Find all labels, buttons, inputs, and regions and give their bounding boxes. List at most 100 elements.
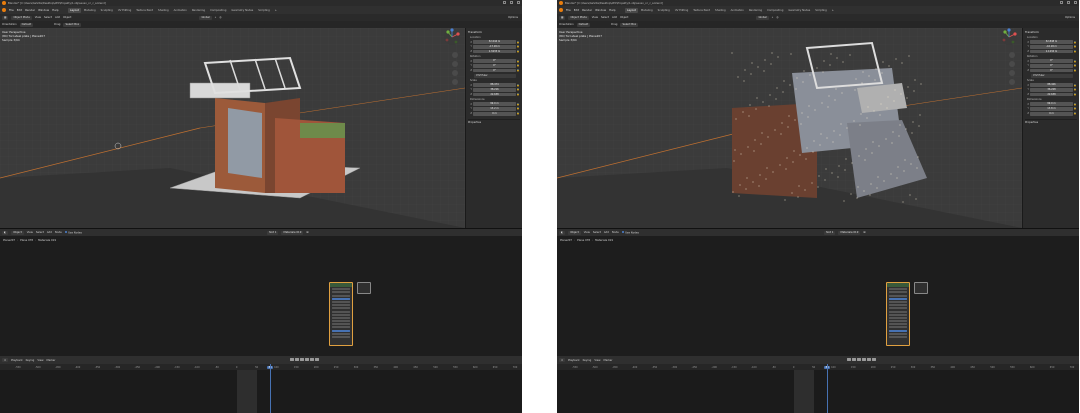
- mode-dropdown[interactable]: Object Mode: [568, 15, 589, 20]
- slot-dropdown[interactable]: Slot 1: [824, 230, 836, 235]
- node-socket-row[interactable]: [889, 310, 907, 313]
- next-key-icon[interactable]: [310, 357, 314, 361]
- node-socket-row[interactable]: [889, 297, 907, 300]
- scale-field[interactable]: 22.638: [1030, 92, 1073, 97]
- timeline-area[interactable]: [557, 370, 1079, 413]
- dimensions-field[interactable]: 0 m: [1030, 111, 1073, 116]
- minimize-icon[interactable]: [1060, 1, 1063, 4]
- navigation-gizmo-icon[interactable]: [1000, 28, 1018, 46]
- menu-item[interactable]: Edit: [17, 8, 22, 12]
- lock-icon[interactable]: 🔒: [1073, 103, 1077, 106]
- node-socket-row[interactable]: [889, 300, 907, 303]
- node-socket-row[interactable]: [889, 316, 907, 319]
- rotation-field[interactable]: 0°: [473, 63, 516, 68]
- transform-orientation-dropdown[interactable]: Global: [199, 15, 212, 20]
- lock-icon[interactable]: 🔒: [516, 112, 520, 115]
- play-reverse-icon[interactable]: [857, 357, 861, 361]
- viewport-menu-item[interactable]: Select: [601, 16, 609, 19]
- workspace-tab[interactable]: Scripting: [813, 8, 830, 13]
- location-field[interactable]: 1.1234 m: [1030, 49, 1073, 54]
- shader-type-dropdown[interactable]: Object: [11, 230, 24, 235]
- menu-item[interactable]: Window: [38, 8, 49, 12]
- workspace-tab[interactable]: Geometry Nodes: [229, 8, 256, 13]
- principled-bsdf-node[interactable]: [329, 282, 353, 346]
- workspace-tab[interactable]: Modeling: [81, 8, 98, 13]
- perspective-toggle-icon[interactable]: [1009, 79, 1015, 85]
- material-output-node[interactable]: [357, 282, 371, 294]
- pin-icon[interactable]: ⊞: [863, 231, 865, 235]
- editor-type-dropdown[interactable]: ⏱: [2, 358, 9, 362]
- lock-icon[interactable]: 🔒: [1073, 50, 1077, 53]
- node-socket-row[interactable]: [889, 294, 907, 297]
- scale-field[interactable]: 38.216: [473, 88, 516, 92]
- prev-key-icon[interactable]: [852, 357, 856, 361]
- playhead[interactable]: [270, 364, 271, 413]
- node-socket-row[interactable]: [332, 336, 350, 338]
- workspace-tab[interactable]: UV Editing: [115, 8, 134, 13]
- node-socket-row[interactable]: [889, 323, 907, 326]
- node-menu-item[interactable]: Node: [55, 231, 62, 234]
- node-menu-item[interactable]: View: [27, 231, 33, 234]
- next-key-icon[interactable]: [867, 357, 871, 361]
- workspace-tab[interactable]: Layout: [624, 7, 639, 13]
- menu-item[interactable]: Window: [595, 8, 606, 12]
- workspace-tab[interactable]: Texture Paint: [691, 8, 713, 13]
- camera-icon[interactable]: [1009, 70, 1015, 76]
- menu-item[interactable]: File: [566, 8, 571, 12]
- lock-icon[interactable]: 🔒: [1073, 107, 1077, 110]
- node-header[interactable]: [330, 283, 352, 287]
- pan-icon[interactable]: [1009, 61, 1015, 67]
- transform-orientation-dropdown[interactable]: Global: [756, 15, 769, 20]
- rotation-field[interactable]: 0°: [1030, 59, 1073, 64]
- snap-icon[interactable]: ⌖: [215, 16, 216, 19]
- node-socket-row[interactable]: [332, 310, 350, 313]
- workspace-tab[interactable]: Shading: [156, 8, 172, 13]
- node-socket-row[interactable]: [889, 291, 907, 294]
- material-output-node[interactable]: [914, 282, 928, 294]
- menu-item[interactable]: Help: [609, 8, 615, 12]
- close-icon[interactable]: [517, 1, 520, 4]
- dimensions-field[interactable]: 99.0 m: [1030, 102, 1073, 107]
- node-socket-row[interactable]: [332, 313, 350, 316]
- workspace-tab[interactable]: Compositing: [765, 8, 786, 13]
- rotation-field[interactable]: 0°: [1030, 63, 1073, 68]
- location-field[interactable]: 1.3233 m: [473, 49, 516, 54]
- lock-icon[interactable]: 🔒: [516, 64, 520, 67]
- timeline-menu-item[interactable]: View: [37, 359, 43, 362]
- editor-type-dropdown[interactable]: ◐: [559, 230, 566, 235]
- menu-item[interactable]: Render: [25, 8, 35, 12]
- node-menu-item[interactable]: Add: [47, 231, 52, 234]
- node-menu-item[interactable]: Add: [604, 231, 609, 234]
- 3d-viewport[interactable]: User Perspective (84) Turl.steel plate | …: [557, 28, 1022, 228]
- node-canvas[interactable]: [557, 244, 1079, 356]
- material-dropdown[interactable]: Materiale 019: [838, 230, 861, 235]
- close-icon[interactable]: [1074, 1, 1077, 4]
- workspace-tab[interactable]: +: [272, 8, 279, 13]
- scale-field[interactable]: 36.228: [1030, 88, 1073, 92]
- use-nodes-checkbox[interactable]: Use Nodes: [64, 230, 82, 234]
- orientation-dropdown[interactable]: Default: [19, 22, 34, 27]
- node-menu-item[interactable]: Select: [36, 231, 44, 234]
- lock-icon[interactable]: 🔒: [1073, 93, 1077, 96]
- zoom-icon[interactable]: [1009, 52, 1015, 58]
- scale-field[interactable]: 22.638: [473, 92, 516, 97]
- lock-icon[interactable]: 🔒: [516, 41, 520, 44]
- node-socket-row[interactable]: [332, 304, 350, 307]
- principled-bsdf-node[interactable]: [886, 282, 910, 346]
- node-socket-row[interactable]: [332, 332, 350, 335]
- slot-dropdown[interactable]: Slot 1: [267, 230, 279, 235]
- scale-field[interactable]: 88.426: [1030, 83, 1073, 88]
- node-socket-row[interactable]: [889, 336, 907, 338]
- node-socket-row[interactable]: [889, 307, 907, 310]
- rotation-mode-dropdown[interactable]: XYZ Euler: [474, 73, 516, 78]
- node-socket-row[interactable]: [889, 288, 907, 291]
- viewport-menu-item[interactable]: Object: [63, 16, 71, 19]
- blender-menu-icon[interactable]: [559, 8, 563, 12]
- workspace-tab[interactable]: Rendering: [746, 8, 764, 13]
- workspace-tab[interactable]: Layout: [67, 7, 82, 13]
- drag-dropdown[interactable]: Select Box: [63, 22, 82, 27]
- dimensions-field[interactable]: 99.0 m: [473, 102, 516, 107]
- play-reverse-icon[interactable]: [300, 357, 304, 361]
- properties-header[interactable]: Properties: [468, 118, 520, 124]
- node-socket-row[interactable]: [889, 326, 907, 329]
